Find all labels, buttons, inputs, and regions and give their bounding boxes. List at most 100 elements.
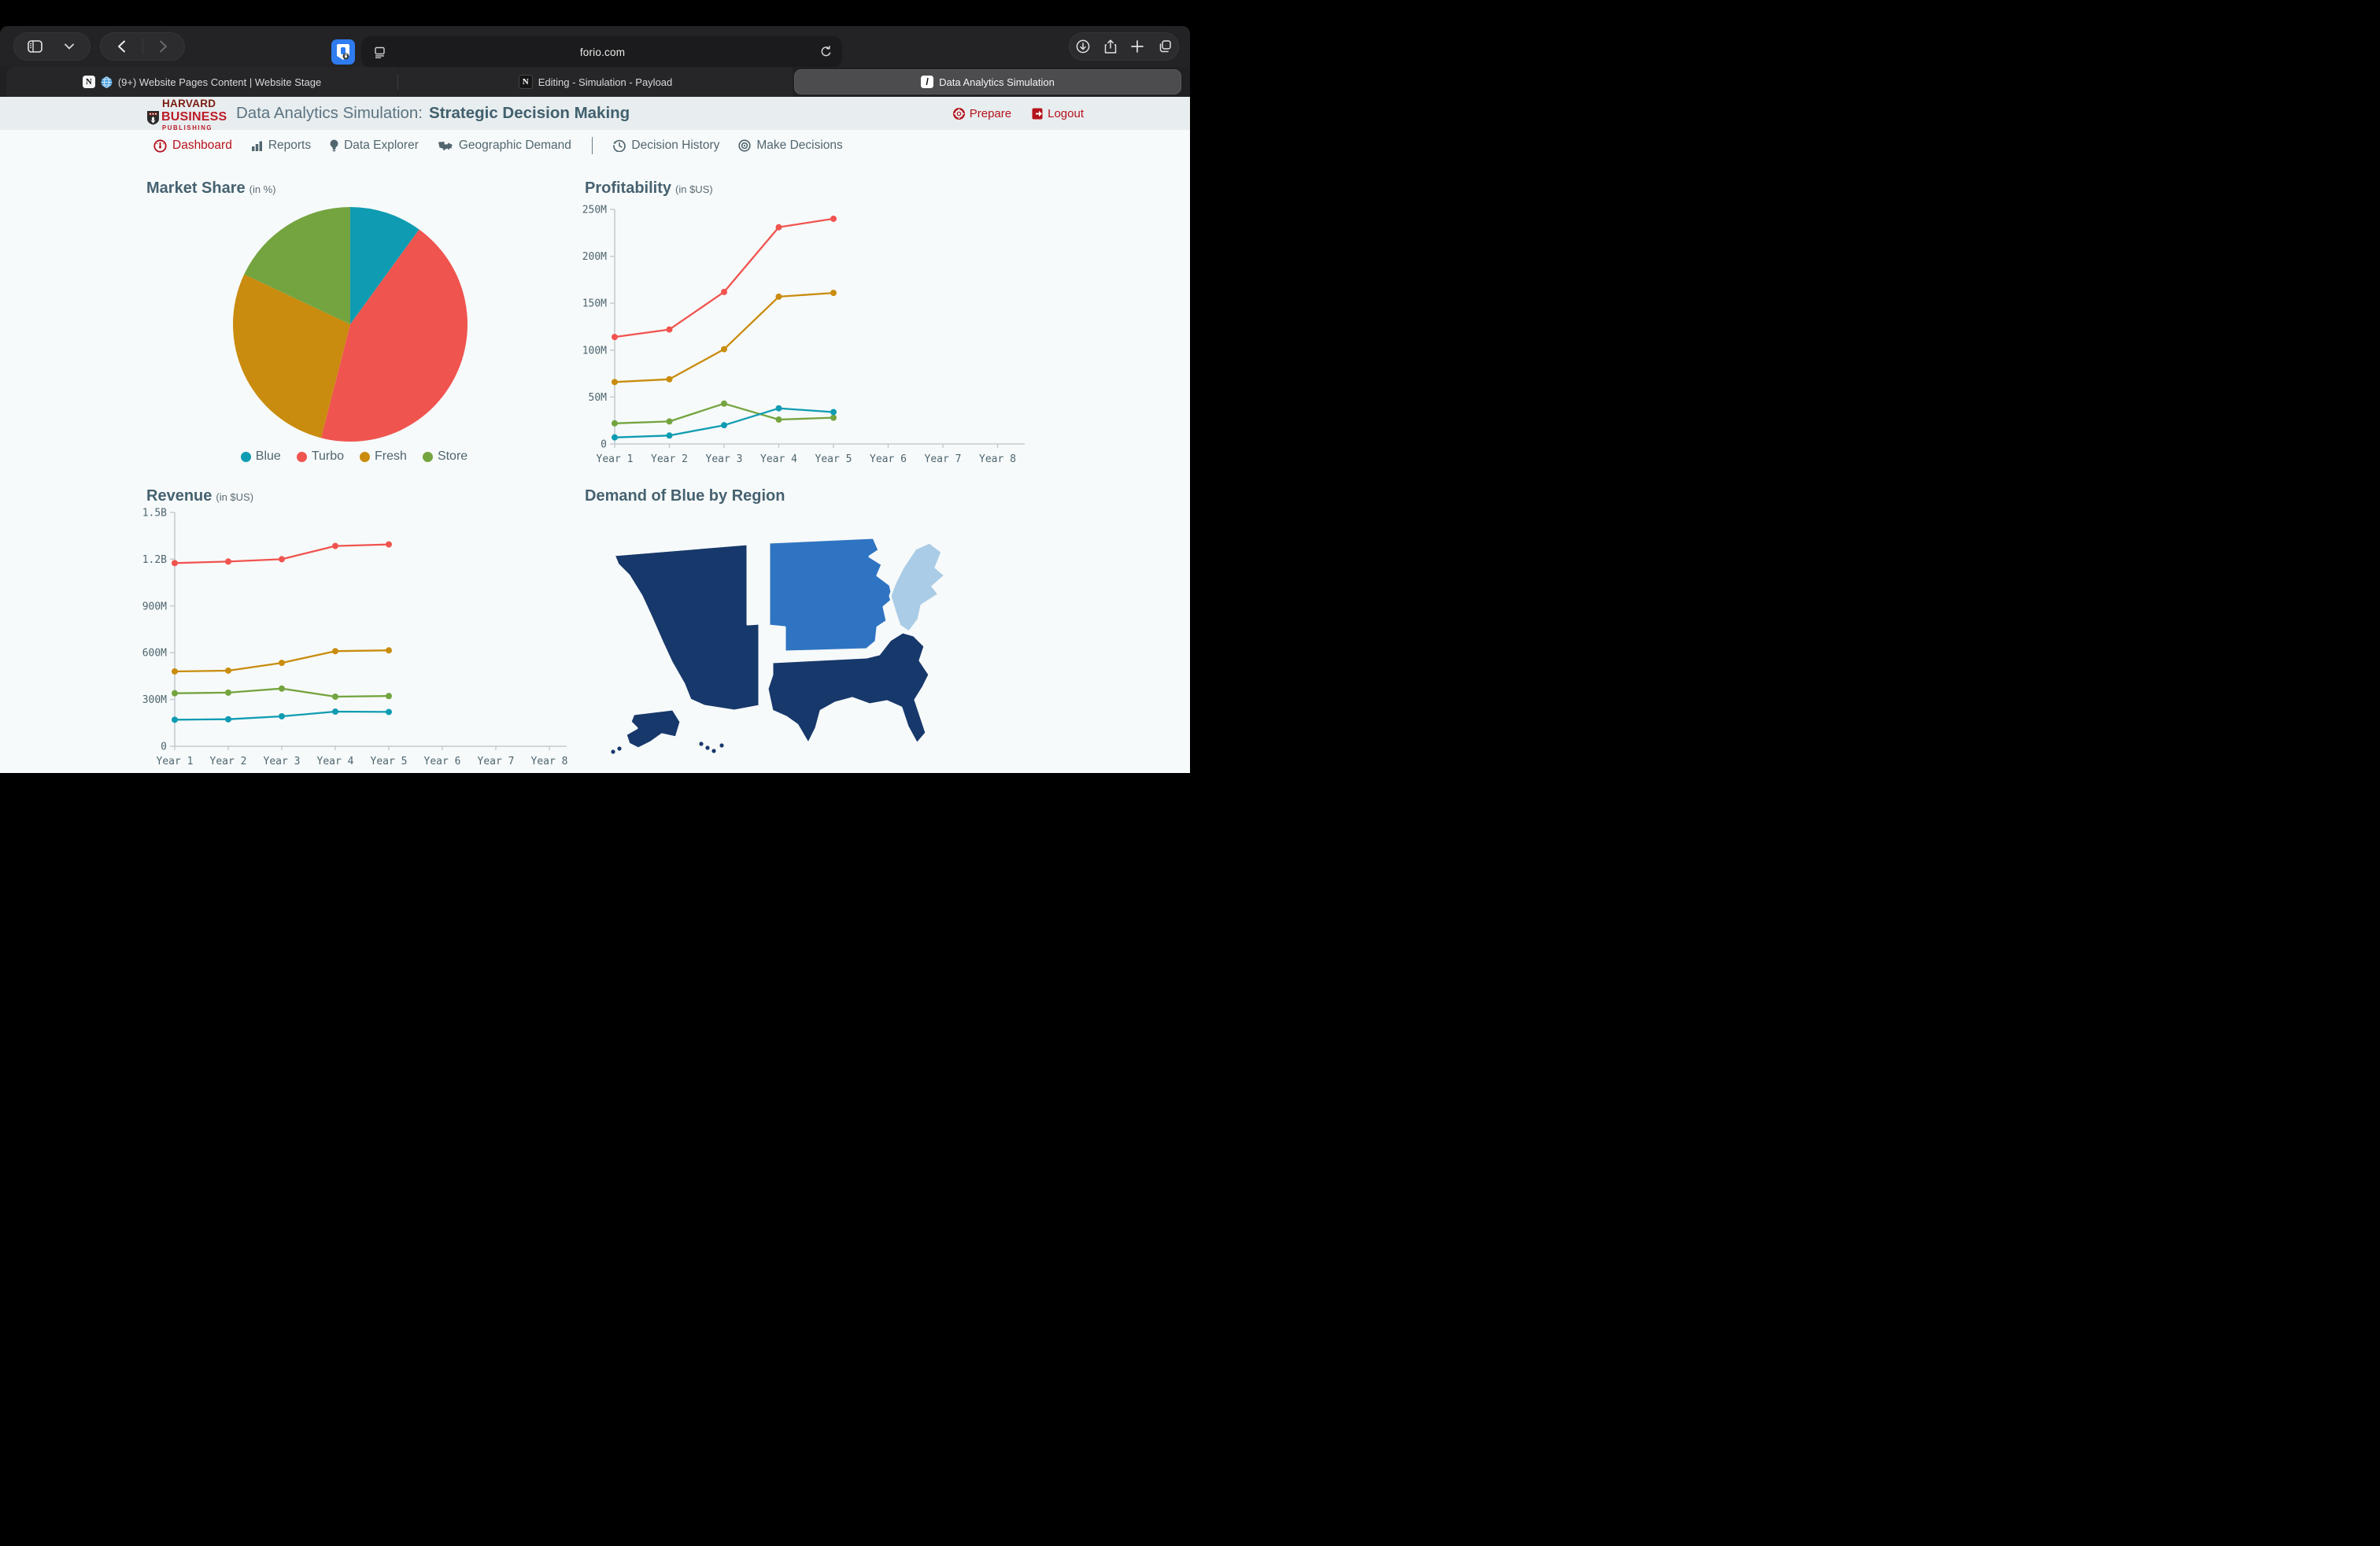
svg-text:Year 1: Year 1 [597,453,634,465]
page-title: Data Analytics Simulation: Strategic Dec… [236,97,630,130]
data-point-blue[interactable] [225,716,231,723]
data-point-store[interactable] [830,415,837,421]
nav-item-dashboard[interactable]: Dashboard [153,139,232,153]
prepare-link[interactable]: Prepare [953,107,1011,120]
nav-item-data-explorer[interactable]: Data Explorer [330,139,419,153]
legend-item-turbo[interactable]: Turbo [297,449,344,464]
history-nav-pill [100,32,185,61]
data-point-fresh[interactable] [386,647,392,653]
data-point-store[interactable] [386,693,392,699]
map-region-midwest[interactable] [769,538,893,652]
forward-icon[interactable] [150,33,177,60]
data-point-blue[interactable] [332,708,338,715]
revenue-line-chart: 0300M600M900M1.2B1.5BYear 1Year 2Year 3Y… [126,500,578,773]
data-point-fresh[interactable] [667,376,673,383]
refresh-icon[interactable] [812,39,839,65]
address-bar[interactable]: forio.com [361,36,842,68]
data-point-blue[interactable] [830,409,837,415]
pie-legend: Blue Turbo Fresh Store [220,449,488,464]
profitability-title: Profitability(in $US) [585,179,713,198]
data-point-store[interactable] [776,416,782,423]
tab-website-pages[interactable]: N (9+) Website Pages Content | Website S… [6,67,397,97]
menubar [0,0,1190,26]
map-region-northeast[interactable] [890,542,945,632]
downloads-icon[interactable] [1070,33,1096,60]
data-point-turbo[interactable] [612,334,618,340]
title-prefix: Data Analytics Simulation: [236,104,423,123]
svg-text:150M: 150M [582,298,607,310]
data-point-turbo[interactable] [776,224,782,231]
legend-swatch [297,452,307,462]
profitability-subtitle: (in $US) [675,183,713,195]
bar-chart-icon [251,140,263,152]
svg-text:Year 6: Year 6 [870,453,907,465]
svg-text:50M: 50M [589,392,608,404]
data-point-store[interactable] [612,420,618,427]
data-point-blue[interactable] [172,716,178,723]
svg-text:0: 0 [161,742,167,753]
svg-text:900M: 900M [142,601,167,612]
tab-data-analytics-active[interactable]: / Data Analytics Simulation [794,69,1181,94]
screen: forio.com N (9+) Website Pages Cont [0,0,1190,773]
data-point-blue[interactable] [667,432,673,438]
data-point-blue[interactable] [776,405,782,412]
toolbar-actions-pill [1069,32,1179,61]
map-region-west[interactable] [626,709,681,749]
logout-link[interactable]: Logout [1032,107,1084,120]
data-point-store[interactable] [172,690,178,697]
data-point-blue[interactable] [386,708,392,715]
data-point-turbo[interactable] [721,289,727,295]
series-line-turbo [615,219,833,337]
profitability-line-chart: 050M100M150M200M250MYear 1Year 2Year 3Ye… [582,197,1035,472]
nav-item-geographic-demand[interactable]: Geographic Demand [438,139,571,153]
data-point-fresh[interactable] [830,290,837,296]
data-point-fresh[interactable] [612,379,618,385]
share-icon[interactable] [1097,33,1124,60]
nav-item-make-decisions[interactable]: Make Decisions [738,139,842,153]
legend-item-store[interactable]: Store [423,449,468,464]
svg-text:Year 5: Year 5 [815,453,852,465]
legend-item-fresh[interactable]: Fresh [360,449,407,464]
data-point-turbo[interactable] [172,560,178,566]
data-point-fresh[interactable] [776,294,782,300]
sidebar-toggle-icon[interactable] [21,33,48,60]
password-manager-extension-icon[interactable] [331,39,355,65]
url-text: forio.com [393,46,812,58]
slash-favicon: / [921,76,933,88]
data-point-fresh[interactable] [279,660,285,666]
lightbulb-icon [330,139,338,152]
data-point-store[interactable] [279,686,285,692]
demand-map-title: Demand of Blue by Region [585,487,785,505]
data-point-turbo[interactable] [225,558,231,564]
data-point-turbo[interactable] [279,556,285,562]
nav-label: Reports [268,139,311,153]
new-tab-icon[interactable] [1124,33,1151,60]
data-point-store[interactable] [721,401,727,407]
tab-overview-icon[interactable] [1151,33,1178,60]
data-point-blue[interactable] [612,435,618,441]
sidebar-pill [13,32,91,61]
chevron-down-icon[interactable] [56,33,83,60]
svg-text:Year 8: Year 8 [531,756,568,767]
data-point-store[interactable] [225,690,231,696]
data-point-store[interactable] [332,693,338,700]
reader-mode-icon[interactable] [366,39,393,65]
tab-editing-simulation[interactable]: N Editing - Simulation - Payload [398,67,793,97]
data-point-fresh[interactable] [332,648,338,654]
data-point-store[interactable] [667,418,673,424]
data-point-blue[interactable] [721,422,727,428]
market-share-pie-chart [232,206,468,442]
data-point-turbo[interactable] [332,543,338,549]
data-point-fresh[interactable] [172,668,178,675]
data-point-fresh[interactable] [721,346,727,353]
nav-item-decision-history[interactable]: Decision History [613,139,719,153]
map-region-west[interactable] [614,544,759,711]
data-point-turbo[interactable] [667,327,673,333]
back-icon[interactable] [108,33,135,60]
data-point-turbo[interactable] [830,216,837,222]
nav-item-reports[interactable]: Reports [251,139,311,153]
legend-item-blue[interactable]: Blue [241,449,281,464]
data-point-turbo[interactable] [386,542,392,548]
data-point-fresh[interactable] [225,668,231,674]
data-point-blue[interactable] [279,713,285,719]
